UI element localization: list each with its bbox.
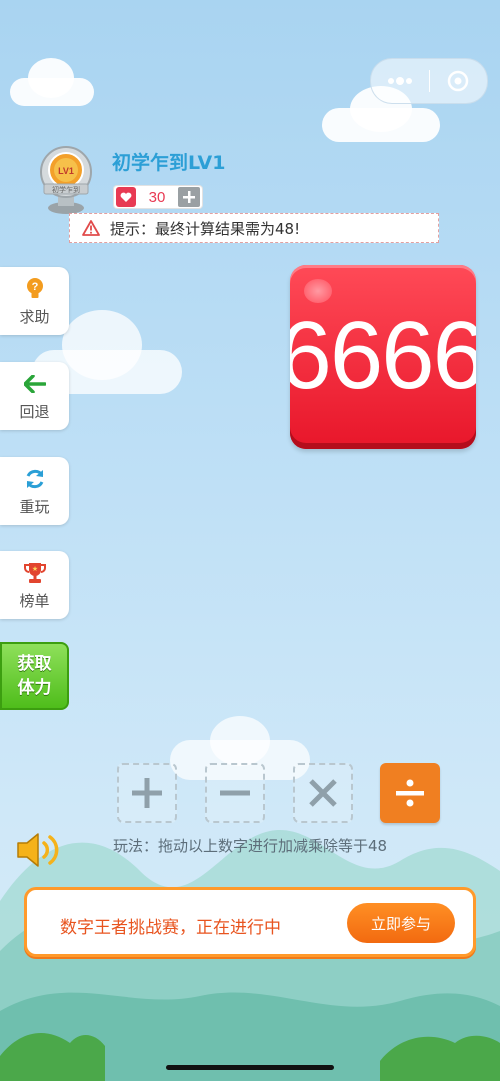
hint-text: 提示：最终计算结果需为48!: [110, 219, 301, 238]
energy-label-line2: 体力: [17, 678, 52, 698]
plus-operator-slot[interactable]: [117, 763, 177, 823]
minus-operator-slot[interactable]: [205, 763, 265, 823]
refresh-icon: [24, 466, 46, 492]
leaderboard-button[interactable]: ★ 榜单: [0, 551, 69, 619]
replay-label: 重玩: [19, 497, 50, 516]
target-icon: [448, 70, 469, 92]
svg-text:?: ?: [31, 281, 38, 293]
svg-text:★: ★: [31, 565, 37, 573]
energy-label-line1: 获取: [17, 654, 52, 674]
get-energy-button[interactable]: 获取 体力: [0, 642, 69, 710]
arrow-left-icon: [23, 371, 46, 397]
multiply-operator-slot[interactable]: [293, 763, 353, 823]
heart-icon: [116, 187, 136, 207]
undo-button[interactable]: 回退: [0, 362, 69, 430]
join-now-button[interactable]: 立即参与: [347, 903, 455, 943]
lightbulb-icon: ?: [26, 276, 44, 302]
home-indicator: [166, 1065, 334, 1070]
card-number: 6666: [290, 302, 476, 409]
divide-operator-slot[interactable]: [380, 763, 440, 823]
replay-button[interactable]: 重玩: [0, 457, 69, 525]
help-label: 求助: [19, 307, 50, 326]
plus-icon: [132, 778, 162, 808]
minus-icon: [220, 790, 250, 796]
challenge-banner: 数字王者挑战赛，正在进行中 立即参与: [24, 887, 476, 957]
challenge-banner-text: 数字王者挑战赛，正在进行中: [60, 918, 281, 938]
hint-bar: 提示：最终计算结果需为48!: [69, 213, 439, 243]
lives-count: 30: [148, 188, 166, 206]
speaker-icon[interactable]: [16, 830, 64, 870]
cloud: [28, 58, 74, 98]
add-lives-button[interactable]: [178, 187, 200, 207]
more-options-button[interactable]: [371, 59, 429, 103]
player-level-name: 初学乍到LV1: [112, 152, 226, 174]
divide-icon: [396, 779, 424, 807]
mini-program-capsule: [370, 58, 488, 104]
help-button[interactable]: ? 求助: [0, 267, 69, 335]
svg-text:LV1: LV1: [58, 166, 74, 176]
undo-label: 回退: [19, 402, 50, 421]
level-badge-icon: LV1 初学乍到: [40, 146, 92, 214]
warning-icon: [82, 220, 100, 236]
trophy-icon: ★: [23, 560, 46, 586]
card-gloss: [304, 279, 332, 303]
lives-counter: 30: [114, 186, 202, 208]
plus-icon: [183, 191, 195, 203]
number-card[interactable]: 6666: [290, 265, 476, 449]
close-miniprogram-button[interactable]: [430, 59, 488, 103]
more-dots-icon: [387, 77, 412, 85]
cloud: [62, 310, 142, 380]
rules-text: 玩法：拖动以上数字进行加减乘除等于48: [112, 837, 388, 855]
leaderboard-label: 榜单: [19, 591, 50, 610]
multiply-icon: [309, 779, 337, 807]
cloud: [210, 716, 270, 766]
svg-text:初学乍到: 初学乍到: [52, 185, 80, 194]
